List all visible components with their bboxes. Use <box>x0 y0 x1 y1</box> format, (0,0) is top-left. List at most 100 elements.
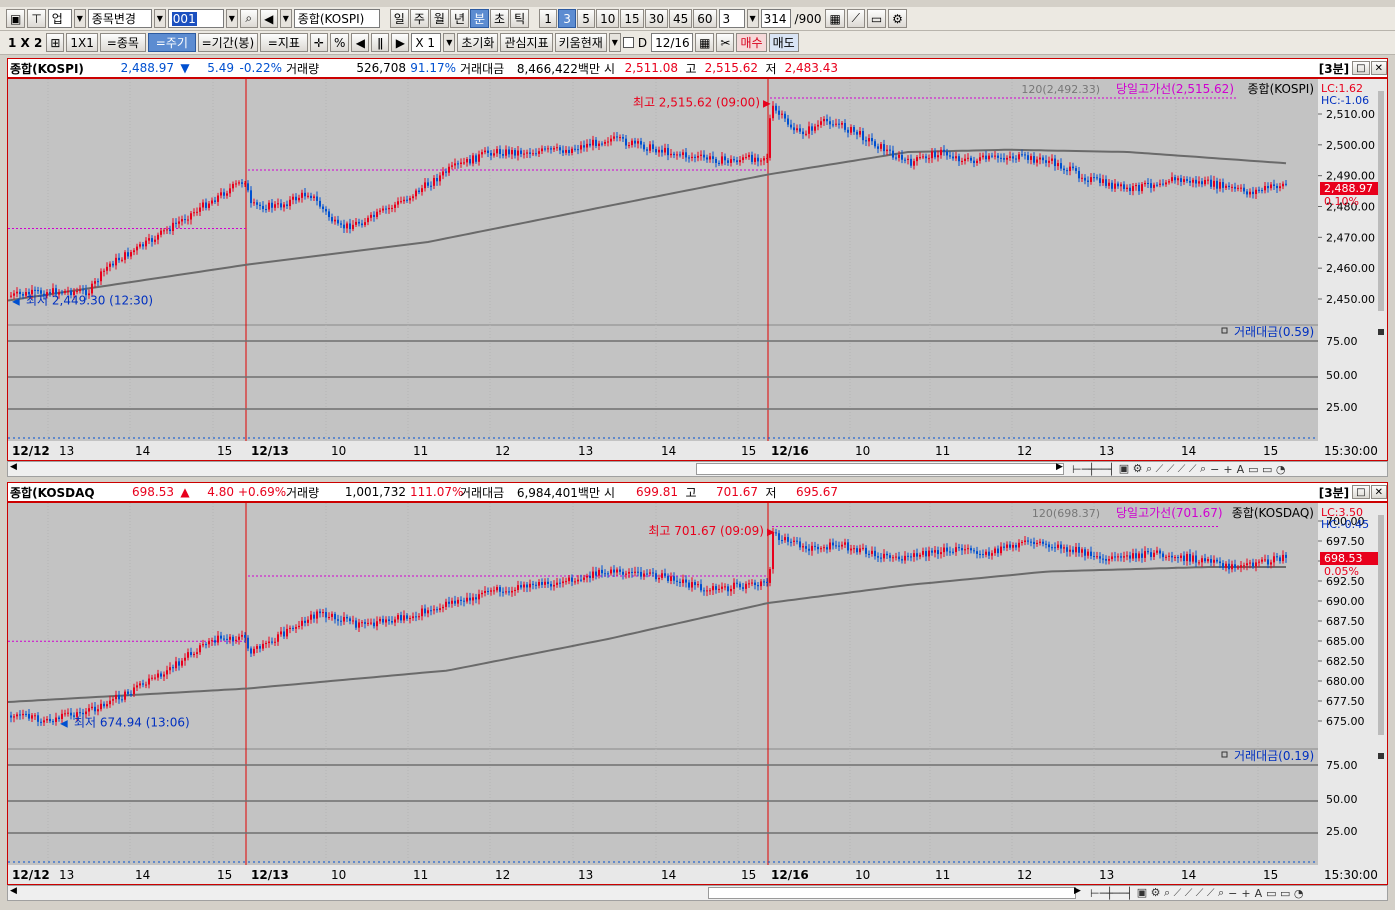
range-button[interactable]: =기간(봉) <box>197 33 258 52</box>
scissors-icon[interactable]: ✂ <box>716 33 735 52</box>
market-select[interactable]: 업 <box>47 9 72 28</box>
step-7-button[interactable]: 60 <box>693 9 717 28</box>
kospi-scrollbar[interactable]: ◀ ▶ ⊢─┼──┤ ▣ ⚙ ⌕ ⟋ ⟋ ⟋ ⟋ ⌕ − + A ▭ ▭ ◔ <box>7 461 1388 477</box>
next-icon[interactable]: ▶ <box>391 33 410 52</box>
kosdaq-scroll-thumb[interactable] <box>708 887 1076 899</box>
kospi-chart-svg[interactable]: 2,510.002,500.002,490.002,480.002,470.00… <box>7 79 1387 460</box>
step-0-button[interactable]: 1 <box>539 9 558 28</box>
scroll-right-icon[interactable]: ▶ <box>1074 886 1081 896</box>
font-icon[interactable]: A <box>1255 887 1263 900</box>
kiwoom-current-button[interactable]: 키움현재 <box>554 33 607 52</box>
indicator-button[interactable]: =지표 <box>259 33 308 52</box>
zoom-in-icon[interactable]: + <box>1223 463 1232 476</box>
maximize-icon[interactable]: □ <box>1352 485 1370 499</box>
grid-icon[interactable]: ⊞ <box>46 33 65 52</box>
candle-body <box>286 204 288 207</box>
interest-indicator-button[interactable]: 관심지표 <box>500 33 553 52</box>
candle-body <box>1114 556 1116 558</box>
kosdaq-scrollbar[interactable]: ◀ ▶ ⊢─┼──┤ ▣ ⚙ ⌕ ⟋ ⟋ ⟋ ⟋ ⌕ − + A ▭ ▭ ◔ <box>7 885 1388 901</box>
count-input[interactable]: 314 <box>760 9 791 28</box>
scroll-right-icon[interactable]: ▶ <box>1056 462 1063 472</box>
reset-button[interactable]: 초기화 <box>457 33 499 52</box>
scroll-left-icon[interactable]: ◀ <box>10 462 17 472</box>
close-icon[interactable]: ✕ <box>1370 485 1387 499</box>
date-input[interactable]: 12/16 <box>651 33 694 52</box>
symbol-button[interactable]: =종목 <box>99 33 146 52</box>
toolbox-icons[interactable]: ▭ ▭ ◔ <box>1248 463 1285 476</box>
candle-body <box>343 224 345 229</box>
period-3-button[interactable]: 년 <box>449 9 469 28</box>
change-symbol-select[interactable]: 종목변경 <box>87 9 152 28</box>
period-0-button[interactable]: 일 <box>389 9 409 28</box>
gear-icon[interactable]: ⚙ <box>888 9 907 28</box>
candle-body <box>214 200 216 202</box>
layout-1x1-button[interactable]: 1X1 <box>66 33 98 52</box>
toolbox-icons[interactable]: ▭ ▭ ◔ <box>1266 887 1303 900</box>
zoom-out-icon[interactable]: − <box>1210 463 1219 476</box>
period-2-button[interactable]: 월 <box>429 9 449 28</box>
candle-body <box>1003 546 1005 548</box>
crosshair-icon[interactable]: ✛ <box>309 33 328 52</box>
font-icon[interactable]: A <box>1237 463 1245 476</box>
period-4-button[interactable]: 분 <box>469 9 490 28</box>
step-2-button[interactable]: 5 <box>577 9 596 28</box>
buy-button[interactable]: 매수 <box>736 33 767 52</box>
close-icon[interactable]: ✕ <box>1370 61 1387 75</box>
kiwoom-dropdown-icon[interactable]: ▼ <box>608 33 621 52</box>
step-4-button[interactable]: 15 <box>620 9 644 28</box>
save-icon[interactable]: ▭ <box>866 9 887 28</box>
zoom-slider-icon[interactable]: ⊢─┼──┤ <box>1072 463 1115 476</box>
step-3-button[interactable]: 10 <box>596 9 620 28</box>
candle-body <box>847 542 849 551</box>
calendar-icon[interactable]: ▦ <box>695 33 715 52</box>
change-dropdown-icon[interactable]: ▼ <box>153 9 166 28</box>
tool-icons[interactable]: ▣ ⚙ ⌕ ⟋ ⟋ ⟋ ⟋ ⌕ <box>1119 462 1206 476</box>
step-6-button[interactable]: 45 <box>668 9 693 28</box>
zoom-dropdown-icon[interactable]: ▼ <box>443 33 456 52</box>
search-icon[interactable]: ⌕ <box>239 9 258 28</box>
zoom-out-icon[interactable]: − <box>1228 887 1237 900</box>
period-button[interactable]: =주기 <box>147 33 196 52</box>
kospi-chart[interactable]: 2,510.00 2,500.00 2,490.00 2,480.00 2,470.00… <box>7 78 1388 461</box>
zoom-select[interactable]: X 1 <box>411 33 442 52</box>
step-dropdown-icon[interactable]: ▼ <box>746 9 759 28</box>
speaker-icon[interactable]: ◀ <box>259 9 278 28</box>
maximize-icon[interactable]: □ <box>1352 61 1370 75</box>
pin-icon[interactable]: ⊤ <box>27 9 46 28</box>
code-input[interactable]: 001 <box>167 9 224 28</box>
step-select[interactable]: 3 <box>718 9 745 28</box>
zoom-in-icon[interactable]: + <box>1241 887 1250 900</box>
kosdaq-chart-svg[interactable]: 700.00697.50695.00692.50690.00687.50685.… <box>7 503 1387 884</box>
candle-body <box>793 127 795 131</box>
zoom-slider-icon[interactable]: ⊢─┼──┤ <box>1090 887 1133 900</box>
speaker-dropdown-icon[interactable]: ▼ <box>279 9 292 28</box>
candle-body <box>124 691 126 700</box>
candle-body <box>640 141 642 145</box>
candle-body <box>1096 556 1098 558</box>
sell-button[interactable]: 매도 <box>768 33 799 52</box>
step-1-button[interactable]: 3 <box>558 9 577 28</box>
scroll-left-icon[interactable]: ◀ <box>10 886 17 896</box>
layout-1x2-label[interactable]: 1 X 2 <box>6 36 44 50</box>
period-6-button[interactable]: 틱 <box>510 9 530 28</box>
percent-button[interactable]: % <box>329 33 350 52</box>
prev-icon[interactable]: ◀ <box>351 33 370 52</box>
candle-body <box>340 223 342 225</box>
trend-line-icon[interactable]: ⟋ <box>846 9 865 28</box>
kosdaq-panel-header: 종합(KOSDAQ 698.53 ▲ 4.80 +0.69% 거래량 1,001,732 11… <box>7 482 1388 502</box>
market-dropdown-icon[interactable]: ▼ <box>73 9 86 28</box>
kospi-scroll-thumb[interactable] <box>696 463 1064 475</box>
code-dropdown-icon[interactable]: ▼ <box>225 9 238 28</box>
pause-icon[interactable]: ǁ <box>371 33 390 52</box>
candle-body <box>124 252 126 260</box>
tool-icons[interactable]: ▣ ⚙ ⌕ ⟋ ⟋ ⟋ ⟋ ⌕ <box>1137 886 1224 900</box>
step-5-button[interactable]: 30 <box>644 9 668 28</box>
period-5-button[interactable]: 초 <box>490 9 510 28</box>
period-1-button[interactable]: 주 <box>409 9 429 28</box>
window-icon[interactable]: ▣ <box>6 9 26 28</box>
kosdaq-chart[interactable]: 700.00697.50695.00692.50690.00687.50685.… <box>7 502 1388 885</box>
max-annotation: 최고 701.67 (09:09) <box>648 524 764 538</box>
multi-chart-icon[interactable]: ▦ <box>825 9 845 28</box>
date-checkbox[interactable] <box>622 37 634 48</box>
kospi-zoom-tools: ⊢─┼──┤ ▣ ⚙ ⌕ ⟋ ⟋ ⟋ ⟋ ⌕ − + A ▭ ▭ ◔ <box>1072 462 1285 476</box>
